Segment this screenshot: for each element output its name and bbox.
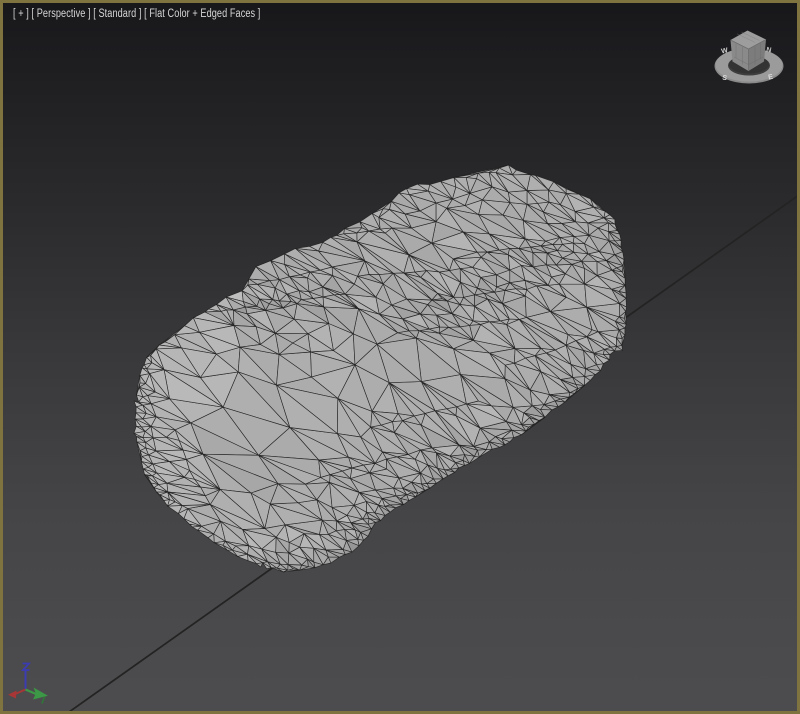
svg-text:W: W [721, 47, 729, 55]
svg-text:S: S [722, 75, 728, 83]
